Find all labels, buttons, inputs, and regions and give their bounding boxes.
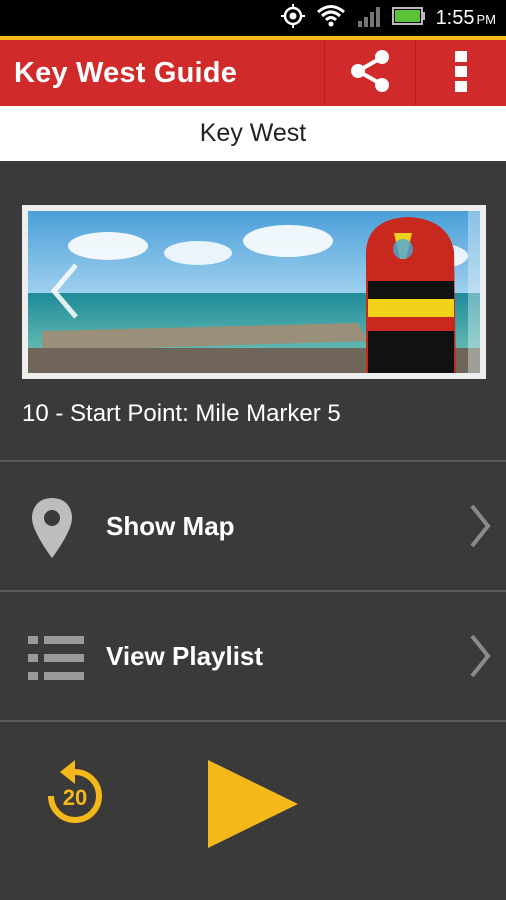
player-controls: 20 [0, 722, 506, 900]
view-playlist-row[interactable]: View Playlist [0, 592, 506, 720]
hero-image[interactable] [22, 205, 486, 379]
app-bar: Key West Guide [0, 40, 506, 106]
chevron-left-icon[interactable] [44, 259, 84, 323]
chevron-right-icon [468, 634, 492, 683]
replay-20-label: 20 [63, 785, 87, 810]
replay-20-button[interactable]: 20 [42, 758, 108, 835]
battery-icon [391, 6, 426, 31]
page-title: Key West [0, 106, 506, 161]
track-caption: 10 - Start Point: Mile Marker 5 [22, 400, 341, 427]
show-map-label: Show Map [106, 511, 235, 541]
chevron-right-icon [468, 504, 492, 553]
gps-icon [280, 3, 306, 34]
status-time: 1:55 PM [435, 6, 496, 29]
play-button[interactable] [206, 760, 298, 853]
share-icon [346, 47, 394, 100]
list-icon [28, 634, 84, 687]
signal-icon [356, 4, 382, 33]
share-button[interactable] [325, 40, 415, 106]
app-title: Key West Guide [14, 57, 238, 89]
view-playlist-label: View Playlist [106, 641, 264, 671]
show-map-row[interactable]: Show Map [0, 462, 506, 590]
status-bar: 1:55 PM [0, 0, 506, 36]
map-pin-icon [30, 496, 74, 565]
overflow-menu-button[interactable] [416, 40, 506, 106]
more-vert-icon [453, 47, 469, 100]
wifi-icon [316, 4, 346, 33]
